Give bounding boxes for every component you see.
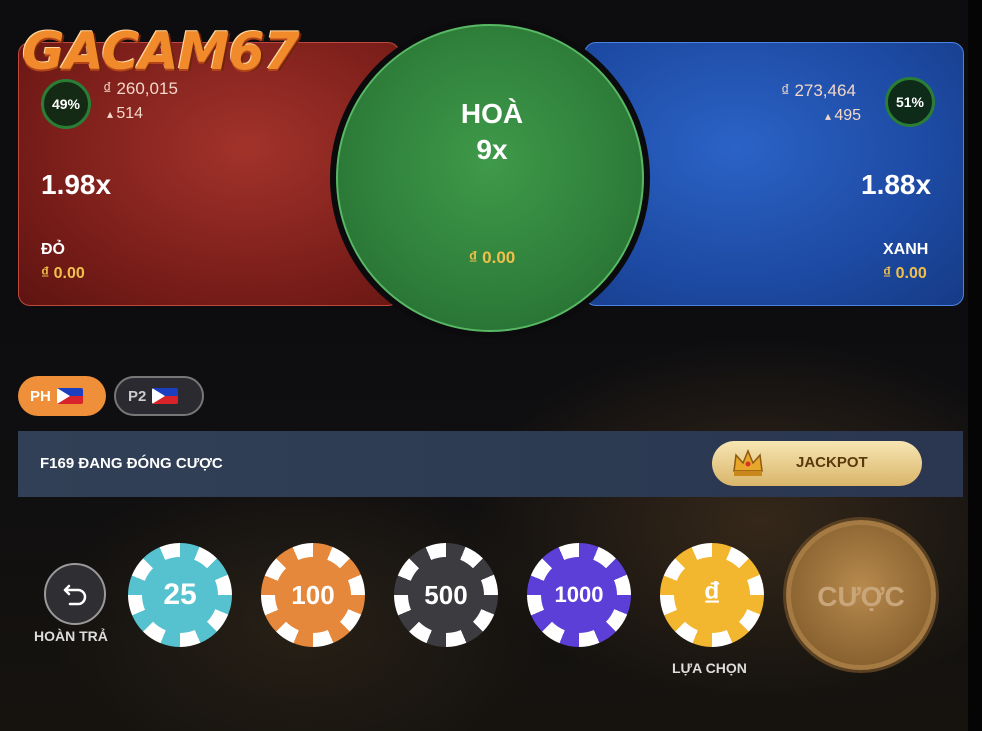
- bet-button[interactable]: CƯỢC: [786, 520, 936, 670]
- blue-label: XANH: [883, 241, 929, 258]
- red-percent-ring: 49%: [41, 79, 91, 129]
- blue-total-amount: ₫ 273,464: [781, 81, 856, 100]
- draw-title: HOÀ: [460, 98, 524, 129]
- blue-percent-ring: 51%: [885, 77, 935, 127]
- chip-value: ₫: [678, 561, 746, 629]
- chip-value: 100: [279, 561, 347, 629]
- draw-bet-amount: ₫ 0.00: [468, 248, 516, 267]
- jackpot-label: JACKPOT: [796, 454, 868, 471]
- jackpot-button[interactable]: JACKPOT: [712, 441, 922, 486]
- draw-odds: 9x: [476, 134, 508, 165]
- crown-icon: [733, 449, 763, 476]
- undo-button[interactable]: [44, 563, 106, 625]
- red-total-amount: ₫ 260,015: [103, 79, 178, 98]
- chip-value: 25: [146, 561, 214, 629]
- person-icon: ▴: [825, 109, 835, 123]
- brand-logo: GACAM67: [22, 22, 300, 82]
- blue-player-count: ▴ 495: [825, 107, 862, 124]
- red-odds: 1.98x: [41, 169, 112, 200]
- chip-100[interactable]: 100: [261, 543, 365, 647]
- table-pill-p2[interactable]: P2: [114, 376, 204, 416]
- chip-value: 1000: [545, 561, 613, 629]
- red-player-count: ▴ 514: [107, 105, 144, 122]
- undo-label: HOÀN TRẢ: [34, 628, 108, 644]
- chip-custom[interactable]: ₫: [660, 543, 764, 647]
- round-status: F169 ĐANG ĐÓNG CƯỢC: [40, 455, 223, 472]
- custom-chip-label: LỰA CHỌN: [672, 660, 747, 676]
- red-label: ĐỎ: [41, 241, 65, 258]
- chip-500[interactable]: 500: [394, 543, 498, 647]
- blue-odds: 1.88x: [861, 169, 932, 200]
- red-bet-amount: ₫ 0.00: [41, 265, 85, 282]
- undo-icon: [63, 584, 87, 606]
- chip-value: 500: [412, 561, 480, 629]
- chip-1000[interactable]: 1000: [527, 543, 631, 647]
- blue-bet-amount: ₫ 0.00: [883, 265, 927, 282]
- chip-25[interactable]: 25: [128, 543, 232, 647]
- status-bar: F169 ĐANG ĐÓNG CƯỢC JACKPOT: [18, 431, 963, 497]
- person-icon: ▴: [107, 107, 117, 121]
- table-pill-ph[interactable]: PH: [18, 376, 106, 416]
- philippines-flag-icon: [152, 388, 179, 404]
- right-edge: [968, 0, 982, 731]
- draw-bet-circle[interactable]: HOÀ 9x ₫ 0.00: [330, 18, 650, 338]
- draw-circle-inner: HOÀ 9x ₫ 0.00: [336, 24, 644, 332]
- philippines-flag-icon: [56, 388, 83, 404]
- bet-button-label: CƯỢC: [817, 581, 905, 612]
